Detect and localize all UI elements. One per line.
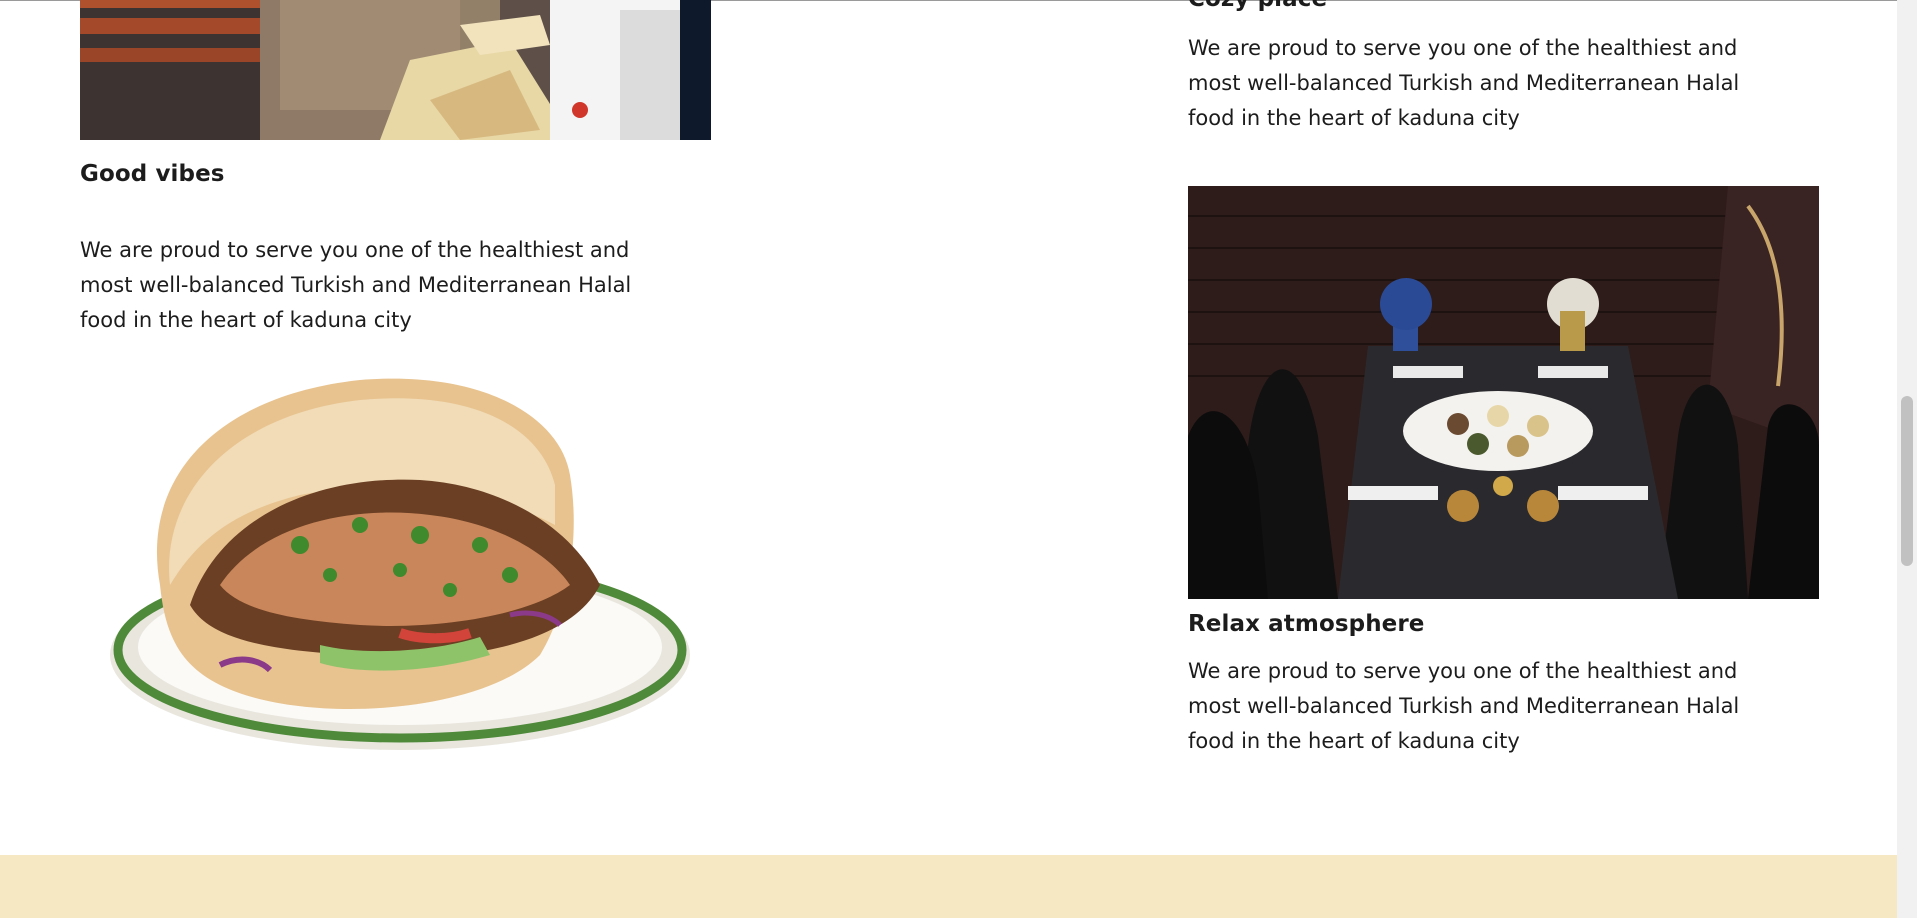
doner-sandwich-photo bbox=[110, 378, 690, 750]
good-vibes-description: We are proud to serve you one of the hea… bbox=[80, 238, 632, 332]
good-vibes-heading: Good vibes bbox=[80, 161, 225, 187]
relax-atmosphere-heading: Relax atmosphere bbox=[1188, 611, 1425, 637]
scrollbar-thumb[interactable] bbox=[1901, 396, 1913, 566]
cozy-place-description: We are proud to serve you one of the hea… bbox=[1188, 36, 1740, 130]
dining-table-photo bbox=[1188, 186, 1819, 599]
cozy-place-heading: Cozy place bbox=[1188, 0, 1327, 12]
page-scrollbar[interactable] bbox=[1897, 0, 1917, 918]
kitchen-photo bbox=[80, 0, 711, 140]
footer-section bbox=[0, 855, 1897, 918]
page-content: Good vibes We are proud to serve you one… bbox=[0, 0, 1897, 918]
relax-atmosphere-description: We are proud to serve you one of the hea… bbox=[1188, 659, 1740, 753]
